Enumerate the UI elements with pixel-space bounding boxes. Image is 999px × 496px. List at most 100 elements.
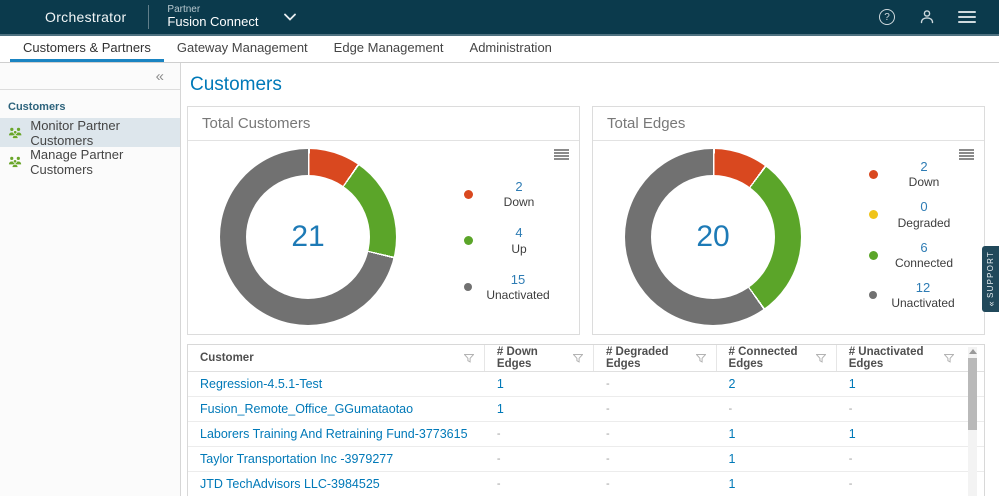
sidebar-item-monitor-partner-customers[interactable]: Monitor Partner Customers	[0, 118, 180, 147]
column-header-customer: Customer	[188, 345, 485, 371]
down-edges-count[interactable]: -	[497, 478, 501, 490]
unactivated-edges-count[interactable]: 1	[849, 427, 856, 441]
filter-icon[interactable]	[816, 354, 826, 363]
table-row: Regression-4.5.1-Test 1 - 2 1	[188, 372, 984, 397]
left-sidebar: « Customers Monitor Partner Customers Ma…	[0, 63, 181, 496]
customers-donut-chart[interactable]: 21	[220, 149, 396, 325]
filter-icon[interactable]	[944, 354, 954, 363]
legend-item-unactivated[interactable]: 12Unactivated	[869, 280, 970, 311]
connected-edges-count[interactable]: -	[729, 403, 733, 415]
sidebar-item-label: Manage Partner Customers	[30, 147, 180, 177]
app-menu-button[interactable]	[957, 7, 977, 27]
sidebar-item-label: Monitor Partner Customers	[30, 118, 180, 148]
user-menu-button[interactable]	[917, 7, 937, 27]
unactivated-edges-count[interactable]: 1	[849, 377, 856, 391]
customers-total-value: 21	[291, 220, 324, 254]
table-row: Laborers Training And Retraining Fund-37…	[188, 422, 984, 447]
user-icon	[918, 8, 936, 26]
customer-link[interactable]: Laborers Training And Retraining Fund-37…	[200, 427, 468, 441]
tab-edge-management[interactable]: Edge Management	[321, 36, 457, 62]
unactivated-edges-count[interactable]: -	[849, 403, 853, 415]
degraded-edges-count[interactable]: -	[606, 428, 610, 440]
edges-total-value: 20	[696, 220, 729, 254]
up-dot-icon	[464, 236, 473, 245]
scrollbar-up-icon[interactable]	[969, 349, 977, 354]
unactivated-edges-count[interactable]: -	[849, 453, 853, 465]
customer-link[interactable]: Regression-4.5.1-Test	[200, 377, 322, 391]
column-header-degraded-edges: # Degraded Edges	[594, 345, 717, 371]
table-row: Taylor Transportation Inc -3979277 - - 1…	[188, 447, 984, 472]
customers-legend: 2Down 4Up 15Unactivated	[464, 179, 565, 303]
customers-table: Customer # Down Edges # Degraded Edges #…	[187, 344, 985, 496]
degraded-edges-count[interactable]: -	[606, 403, 610, 415]
edges-legend: 2Down 0Degraded 6Connected 12Unacti	[869, 159, 970, 311]
degraded-edges-count[interactable]: -	[606, 378, 610, 390]
legend-item-connected[interactable]: 6Connected	[869, 240, 970, 271]
down-dot-icon	[464, 190, 473, 199]
down-edges-count[interactable]: 1	[497, 402, 504, 416]
down-dot-icon	[869, 170, 878, 179]
degraded-edges-count[interactable]: -	[606, 478, 610, 490]
column-header-unactivated-edges: # Unactivated Edges	[837, 345, 984, 371]
filter-icon[interactable]	[696, 354, 706, 363]
brand-title: Orchestrator	[45, 9, 126, 25]
help-button[interactable]: ?	[877, 7, 897, 27]
card-title: Total Edges	[593, 107, 984, 141]
down-edges-count[interactable]: -	[497, 428, 501, 440]
customers-group-icon	[8, 126, 22, 139]
connected-edges-count[interactable]: 1	[729, 452, 736, 466]
main-nav-tabs: Customers & Partners Gateway Management …	[0, 36, 999, 63]
chart-context-menu-icon[interactable]	[554, 149, 569, 160]
filter-icon[interactable]	[573, 354, 583, 363]
legend-item-degraded[interactable]: 0Degraded	[869, 199, 970, 230]
support-label: SUPPORT	[986, 251, 995, 298]
legend-label: Unactivated	[877, 296, 969, 311]
legend-value: 12	[877, 280, 969, 296]
legend-label: Down	[878, 175, 970, 190]
unactivated-dot-icon	[869, 291, 877, 299]
legend-value: 4	[473, 225, 565, 241]
connected-edges-count[interactable]: 1	[729, 477, 736, 491]
help-icon: ?	[879, 9, 895, 25]
unactivated-edges-count[interactable]: -	[849, 478, 853, 490]
legend-value: 15	[472, 272, 564, 288]
legend-value: 6	[878, 240, 970, 256]
table-body: Regression-4.5.1-Test 1 - 2 1 Fusion_Rem…	[188, 372, 984, 496]
legend-label: Degraded	[878, 216, 970, 231]
legend-label: Up	[473, 242, 565, 257]
degraded-edges-count[interactable]: -	[606, 453, 610, 465]
chevron-down-icon	[284, 13, 296, 21]
app-header: Orchestrator Partner Fusion Connect ?	[0, 0, 999, 34]
partner-context-dropdown[interactable]: Partner Fusion Connect	[167, 4, 296, 30]
down-edges-count[interactable]: -	[497, 453, 501, 465]
chevron-expand-icon: «	[986, 302, 996, 307]
context-value: Fusion Connect	[167, 15, 258, 30]
legend-item-up[interactable]: 4Up	[464, 225, 565, 256]
tab-gateway-management[interactable]: Gateway Management	[164, 36, 321, 62]
customer-link[interactable]: Fusion_Remote_Office_GGumataotao	[200, 402, 413, 416]
legend-item-down[interactable]: 2Down	[869, 159, 970, 190]
down-edges-count[interactable]: 1	[497, 377, 504, 391]
customers-group-icon	[8, 155, 22, 168]
filter-icon[interactable]	[464, 354, 474, 363]
legend-label: Unactivated	[472, 288, 564, 303]
support-tab[interactable]: « SUPPORT	[982, 246, 999, 312]
tab-administration[interactable]: Administration	[457, 36, 565, 62]
table-header-row: Customer # Down Edges # Degraded Edges #…	[188, 345, 984, 372]
column-header-connected-edges: # Connected Edges	[717, 345, 837, 371]
tab-customers-partners[interactable]: Customers & Partners	[10, 36, 164, 62]
legend-item-down[interactable]: 2Down	[464, 179, 565, 210]
column-header-down-edges: # Down Edges	[485, 345, 594, 371]
connected-edges-count[interactable]: 2	[729, 377, 736, 391]
sidebar-section-label: Customers	[0, 90, 180, 118]
customer-link[interactable]: Taylor Transportation Inc -3979277	[200, 452, 393, 466]
edges-donut-chart[interactable]: 20	[625, 149, 801, 325]
legend-item-unactivated[interactable]: 15Unactivated	[464, 272, 565, 303]
table-scrollbar[interactable]	[968, 347, 977, 496]
sidebar-collapse-icon[interactable]: «	[156, 68, 164, 85]
sidebar-item-manage-partner-customers[interactable]: Manage Partner Customers	[0, 147, 180, 176]
customer-link[interactable]: JTD TechAdvisors LLC-3984525	[200, 477, 380, 491]
scrollbar-thumb[interactable]	[968, 358, 977, 430]
connected-edges-count[interactable]: 1	[729, 427, 736, 441]
legend-value: 2	[473, 179, 565, 195]
